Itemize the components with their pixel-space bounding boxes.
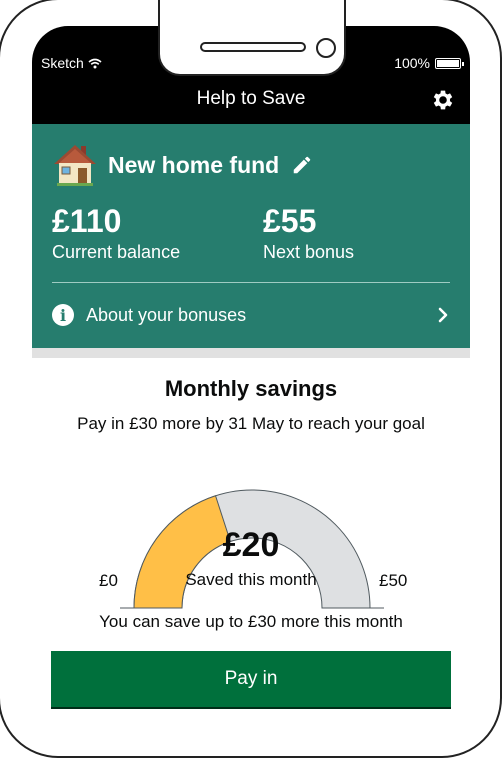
- edit-pencil-icon[interactable]: [291, 154, 313, 176]
- savings-goal-text: Pay in £30 more by 31 May to reach your …: [77, 414, 425, 433]
- fund-header: New home fund: [52, 142, 313, 188]
- bonus-amount: £55: [263, 203, 317, 239]
- info-icon: i: [52, 304, 74, 326]
- remaining-note: You can save up to £30 more this month: [99, 612, 403, 631]
- page-title: Help to Save: [196, 88, 306, 109]
- fund-name: New home fund: [108, 151, 280, 178]
- divider: [52, 282, 450, 283]
- speaker-grille: [200, 42, 306, 52]
- gauge-min-label: £0: [99, 571, 118, 590]
- battery-icon: [435, 57, 464, 69]
- status-left: Sketch: [41, 55, 102, 71]
- chevron-right-icon: [438, 307, 448, 323]
- carrier-label: Sketch: [41, 55, 84, 71]
- house-icon: [54, 145, 96, 186]
- bonus-label: Next bonus: [263, 242, 355, 262]
- nav-bar: Help to Save: [32, 76, 470, 124]
- saved-amount: £20: [222, 526, 280, 564]
- phone-screen: Sketch 100% Help to Save New home fund £…: [32, 26, 470, 726]
- device-frame: Sketch 100% Help to Save New home fund £…: [0, 0, 502, 758]
- balance-label: Current balance: [52, 242, 181, 262]
- fund-summary: New home fund £110 Current balance £55 N…: [32, 124, 470, 348]
- section-gap: [32, 348, 470, 358]
- about-bonuses-link[interactable]: i About your bonuses: [52, 300, 450, 330]
- status-right: 100%: [394, 55, 464, 71]
- device-notch: [158, 0, 346, 76]
- gear-icon[interactable]: [430, 87, 456, 113]
- monthly-savings-card: Monthly savings Pay in £30 more by 31 Ma…: [32, 358, 470, 726]
- about-bonuses-label: About your bonuses: [86, 304, 247, 325]
- gauge-max-label: £50: [379, 571, 408, 590]
- balance-amount: £110: [52, 203, 122, 239]
- battery-percent: 100%: [394, 55, 430, 71]
- front-camera: [316, 38, 336, 58]
- card-title: Monthly savings: [164, 376, 338, 401]
- pay-in-button[interactable]: Pay in: [51, 651, 451, 707]
- wifi-icon: [88, 58, 102, 68]
